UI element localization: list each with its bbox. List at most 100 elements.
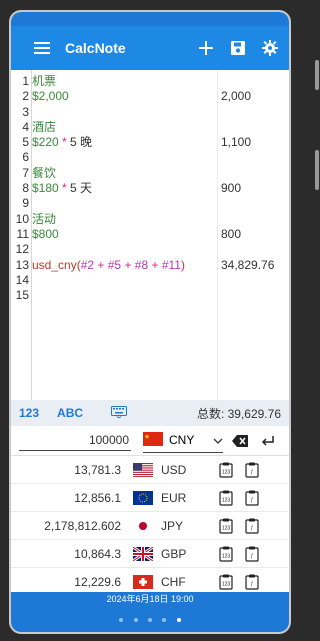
copy-value-icon[interactable]: 123 (217, 572, 235, 592)
copy-value-icon[interactable]: 123 (217, 488, 235, 508)
expression-token: 活动 (32, 211, 57, 226)
converted-value: 12,229.6 (74, 574, 121, 589)
expression-token: #8 (134, 257, 149, 272)
rate-row[interactable]: 10,864.3 GBP 123 ƒ (11, 540, 289, 568)
note-editor[interactable]: 1 2 3 4 5 6 7 8 9 10 11 12 13 14 15 机票 $2,000 酒店 $220 * 5… (11, 70, 289, 400)
keyboard-icon[interactable] (111, 405, 128, 421)
menu-icon[interactable] (31, 37, 53, 59)
tab-numeric[interactable]: 123 (19, 406, 39, 420)
line-result: 800 (221, 226, 242, 241)
line-result (221, 166, 289, 181)
page-dot[interactable] (148, 618, 152, 622)
expression-line[interactable]: $800 (32, 227, 216, 242)
expression-line[interactable]: 机票 (32, 74, 216, 89)
expression-line[interactable] (32, 242, 216, 257)
expression-line[interactable] (32, 105, 216, 120)
rate-row[interactable]: 2,178,812.602 JPY 123 ƒ (11, 512, 289, 540)
base-currency-select[interactable]: CNY (143, 429, 223, 453)
currency-code: GBP (161, 546, 187, 561)
expression-line[interactable] (32, 196, 216, 211)
backspace-icon[interactable] (229, 430, 251, 452)
line-number-gutter: 1 2 3 4 5 6 7 8 9 10 11 12 13 14 15 (11, 74, 29, 303)
expression-token: usd_cny( (32, 257, 81, 272)
expression-lines[interactable]: 机票 $2,000 酒店 $220 * 5 晚餐饮 $180 * 5 天活动 $800 us… (32, 74, 216, 303)
expression-line[interactable]: $2,000 (32, 89, 216, 104)
navigation-bar (11, 606, 289, 632)
svg-text:ƒ: ƒ (251, 469, 254, 475)
currency-code: JPY (161, 518, 184, 533)
line-result (221, 150, 289, 165)
expression-token: $2,000 (32, 89, 69, 104)
line-number: 7 (22, 165, 29, 180)
line-number: 2 (22, 89, 29, 104)
phone-frame: CalcNote 1 2 3 4 5 6 7 8 9 10 11 12 13 14 15 机票 $2,000 酒… (9, 10, 291, 634)
line-number: 11 (16, 226, 29, 241)
line-number: 9 (22, 196, 29, 211)
line-number: 12 (15, 242, 29, 257)
copy-value-icon[interactable]: 123 (217, 516, 235, 536)
us-flag-icon (133, 462, 153, 477)
page-dot[interactable] (119, 618, 124, 622)
chevron-down-icon (213, 433, 223, 447)
status-bar (11, 12, 289, 26)
svg-text:123: 123 (222, 553, 231, 559)
expression-line[interactable]: 餐饮 (32, 166, 216, 181)
copy-function-icon[interactable]: ƒ (243, 516, 261, 536)
page-dot-active[interactable] (176, 618, 181, 622)
svg-text:ƒ: ƒ (251, 553, 254, 559)
expression-line[interactable] (32, 288, 216, 303)
expression-token: 机票 (32, 74, 57, 88)
copy-value-icon[interactable]: 123 (217, 544, 235, 564)
currency-code: USD (161, 462, 187, 477)
expression-token: ) (180, 257, 185, 272)
svg-text:ƒ: ƒ (251, 581, 254, 587)
page-dot[interactable] (162, 618, 167, 622)
expression-line[interactable]: $220 * 5 晚 (32, 135, 216, 150)
expression-token: * (58, 135, 71, 150)
line-result (221, 196, 289, 211)
expression-line[interactable]: 活动 (32, 212, 216, 227)
expression-line[interactable] (32, 150, 216, 165)
converted-value: 2,178,812.602 (44, 518, 121, 533)
converted-value: 12,856.1 (74, 490, 121, 505)
copy-function-icon[interactable]: ƒ (243, 544, 261, 564)
plus-icon[interactable] (195, 37, 217, 59)
copy-function-icon[interactable]: ƒ (243, 460, 261, 480)
line-number: 4 (22, 119, 29, 134)
amount-input[interactable]: 100000 (19, 430, 131, 451)
cn-flag-icon (143, 431, 163, 449)
copy-value-icon[interactable]: 123 (217, 460, 235, 480)
expression-token: $220 (32, 135, 59, 150)
result-divider (217, 70, 218, 400)
expression-token: + (94, 257, 108, 272)
expression-token: 餐饮 (32, 165, 57, 180)
svg-text:ƒ: ƒ (251, 525, 254, 531)
converted-value: 10,864.3 (74, 546, 121, 561)
line-result (221, 212, 289, 227)
expression-line[interactable]: 酒店 (32, 120, 216, 135)
save-icon[interactable] (227, 37, 249, 59)
date-bar: 2024年6月18日 19:00 (11, 592, 289, 606)
expression-line[interactable]: $180 * 5 天 (32, 181, 216, 196)
rate-row[interactable]: 12,856.1 EUR 123 ƒ (11, 484, 289, 512)
expression-line[interactable]: usd_cny(#2 + #5 + #8 + #11) (32, 258, 216, 273)
expression-token: 5 晚 (70, 135, 93, 150)
expression-token: #5 (107, 257, 122, 272)
svg-text:123: 123 (222, 525, 231, 531)
line-number: 3 (22, 104, 29, 119)
enter-icon[interactable] (257, 430, 279, 452)
expression-line[interactable] (32, 273, 216, 288)
rate-row[interactable]: 13,781.3 USD 123 ƒ (11, 456, 289, 484)
line-number: 5 (22, 135, 29, 150)
tab-alpha[interactable]: ABC (57, 406, 83, 420)
line-number: 10 (15, 211, 29, 226)
page-dot[interactable] (133, 618, 138, 622)
expression-token: #2 (80, 257, 95, 272)
line-number: 13 (15, 257, 29, 272)
svg-text:ƒ: ƒ (251, 497, 254, 503)
gear-icon[interactable] (259, 37, 281, 59)
copy-function-icon[interactable]: ƒ (243, 488, 261, 508)
result-column: 2,000 1,100 900 800 34,829.76 (221, 74, 289, 303)
svg-text:123: 123 (222, 581, 231, 587)
copy-function-icon[interactable]: ƒ (243, 572, 261, 592)
